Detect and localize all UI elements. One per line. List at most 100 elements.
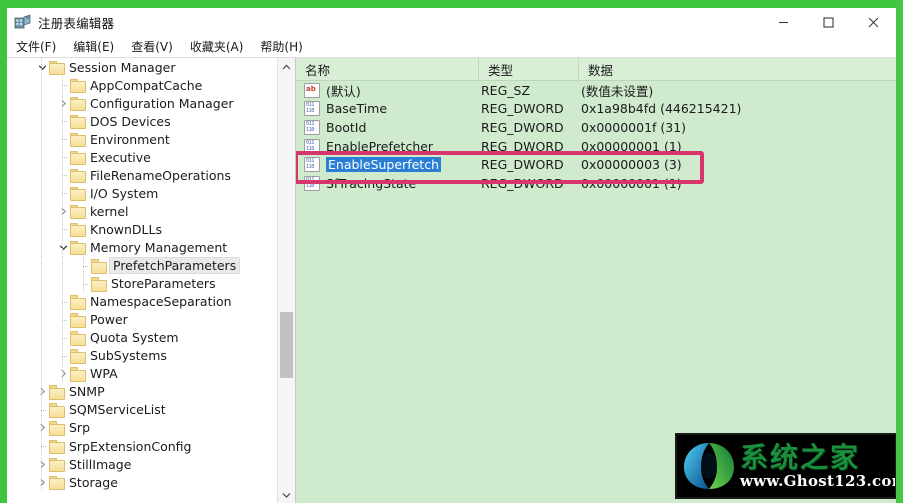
value-data: 0x00000001 (1) <box>581 138 682 154</box>
tree-item-kernel[interactable]: kernel <box>7 202 277 221</box>
tree-item-knowndlls[interactable]: KnownDLLs <box>7 220 277 239</box>
tree-connector <box>56 220 70 238</box>
tree-item-appcompatcache[interactable]: AppCompatCache <box>7 76 277 95</box>
value-data: 0x00000001 (1) <box>581 175 682 191</box>
tree-item-namespaceseparation[interactable]: NamespaceSeparation <box>7 292 277 311</box>
scroll-down-arrow[interactable] <box>278 486 295 503</box>
tree-connector <box>56 184 70 202</box>
values-column-header[interactable]: 名称 类型 数据 <box>296 58 896 81</box>
tree-item-dos-devices[interactable]: DOS Devices <box>7 112 277 131</box>
tree-scrollbar-thumb[interactable] <box>280 312 293 378</box>
tree-item-label: NamespaceSeparation <box>90 294 232 310</box>
tree-connector <box>56 166 70 184</box>
tree-item-environment[interactable]: Environment <box>7 130 277 149</box>
chevron-right-icon[interactable] <box>56 365 70 383</box>
tree-item-snmp[interactable]: SNMP <box>7 382 277 401</box>
tree-guide-line <box>41 418 42 437</box>
column-data[interactable]: 数据 <box>579 58 896 80</box>
folder-icon <box>70 222 86 238</box>
value-name: BootId <box>326 120 481 135</box>
tree-item-session-manager[interactable]: Session Manager <box>7 58 277 77</box>
menu-favorites[interactable]: 收藏夹(A) <box>190 38 244 55</box>
frame-left-border <box>0 0 7 503</box>
folder-icon <box>70 240 86 256</box>
watermark-url: www.Ghost123.com <box>740 471 897 490</box>
tree-item-sqmservicelist[interactable]: SQMServiceList <box>7 400 277 419</box>
menu-help[interactable]: 帮助(H) <box>260 38 302 55</box>
value-type: REG_DWORD <box>481 119 564 135</box>
chevron-right-icon[interactable] <box>56 202 70 220</box>
value-row[interactable]: 011 110 EnableSuperfetch REG_DWORD 0x0000000… <box>296 155 896 174</box>
tree-item-quota-system[interactable]: Quota System <box>7 328 277 347</box>
menu-edit[interactable]: 编辑(E) <box>73 38 114 55</box>
registry-editor-window: 注册表编辑器 文件(F) 编辑(E) 查看(V) 收藏夹(A) 帮助(H) Sessio… <box>7 8 896 503</box>
chevron-down-icon[interactable] <box>35 58 49 76</box>
scroll-up-arrow[interactable] <box>278 58 295 75</box>
tree-item-label: Session Manager <box>69 59 176 75</box>
dword-value-icon: 011 110 <box>304 138 320 154</box>
menu-file[interactable]: 文件(F) <box>16 38 56 55</box>
tree-item-label: StoreParameters <box>111 276 216 292</box>
column-name[interactable]: 名称 <box>296 58 479 80</box>
maximize-button[interactable] <box>806 8 851 36</box>
folder-icon <box>70 114 86 130</box>
folder-icon <box>70 331 86 346</box>
tree-item-srp[interactable]: Srp <box>7 418 277 437</box>
value-row[interactable]: 011 110 EnablePrefetcher REG_DWORD 0x0000000… <box>296 137 896 156</box>
chevron-right-icon[interactable] <box>35 419 49 437</box>
tree-item-label: SNMP <box>69 384 105 400</box>
tree-item-storage[interactable]: Storage <box>7 473 277 492</box>
tree-item-prefetchparameters[interactable]: PrefetchParameters <box>7 256 277 275</box>
column-type[interactable]: 类型 <box>479 58 579 80</box>
chevron-right-icon[interactable] <box>35 383 49 401</box>
tree-item-wpa[interactable]: WPA <box>7 364 277 383</box>
tree-item-filerenameoperations[interactable]: FileRenameOperations <box>7 166 277 185</box>
window-title: 注册表编辑器 <box>38 15 115 31</box>
value-name-text: BaseTime <box>326 101 388 117</box>
value-name-text: EnableSuperfetch <box>326 157 441 173</box>
tree-item-label: DOS Devices <box>90 113 171 129</box>
tree-item-executive[interactable]: Executive <box>7 148 277 167</box>
folder-icon <box>70 349 86 364</box>
tree-item-subsystems[interactable]: SubSystems <box>7 346 277 365</box>
values-list[interactable]: ab (默认) REG_SZ (数值未设置) 011 110 BaseTime REG_DWO… <box>296 81 896 193</box>
tree-item-label: Quota System <box>90 330 179 346</box>
tree-item-label: Configuration Manager <box>90 95 234 111</box>
chevron-right-icon[interactable] <box>35 473 49 491</box>
tree-vertical-scrollbar[interactable] <box>277 58 295 503</box>
tree-guide-line <box>41 274 42 293</box>
tree-connector <box>56 311 70 329</box>
tree-guide-line <box>41 382 42 401</box>
window-controls <box>761 8 896 36</box>
tree-item-stillimage[interactable]: StillImage <box>7 455 277 474</box>
registry-tree-pane[interactable]: Session Manager AppCompatCache Configurati… <box>7 58 295 503</box>
tree-item-memory-management[interactable]: Memory Management <box>7 238 277 257</box>
folder-icon <box>70 96 86 112</box>
chevron-down-icon[interactable] <box>56 238 70 256</box>
tree-guide-line <box>41 238 42 257</box>
tree-item-label: WPA <box>90 366 118 382</box>
value-row[interactable]: 011 110 SfTracingState REG_DWORD 0x00000001 … <box>296 174 896 193</box>
tree-connector <box>56 347 70 365</box>
tree-item-storeparameters[interactable]: StoreParameters <box>7 274 277 293</box>
chevron-right-icon[interactable] <box>35 455 49 473</box>
tree-item-label: Srp <box>69 420 91 436</box>
tree-item-srpextensionconfig[interactable]: SrpExtensionConfig <box>7 436 277 456</box>
value-name: EnablePrefetcher <box>326 139 481 154</box>
tree-item-power[interactable]: Power <box>7 310 277 329</box>
value-row[interactable]: 011 110 BaseTime REG_DWORD 0x1a98b4fd (44621… <box>296 100 896 119</box>
chevron-right-icon[interactable] <box>56 94 70 112</box>
value-row[interactable]: ab (默认) REG_SZ (数值未设置) <box>296 81 896 100</box>
tree-item-label: StillImage <box>69 456 132 472</box>
tree-item-i-o-system[interactable]: I/O System <box>7 184 277 203</box>
tree-item-configuration-manager[interactable]: Configuration Manager <box>7 94 277 113</box>
menu-view[interactable]: 查看(V) <box>131 38 173 55</box>
tree-connector <box>35 437 49 455</box>
tree-guide-line <box>41 310 42 329</box>
value-row[interactable]: 011 110 BootId REG_DWORD 0x0000001f (31) <box>296 118 896 137</box>
value-name: EnableSuperfetch <box>326 157 481 173</box>
minimize-button[interactable] <box>761 8 806 36</box>
tree-connector <box>35 401 49 419</box>
close-button[interactable] <box>851 8 896 36</box>
tree-guide-line <box>41 292 42 311</box>
